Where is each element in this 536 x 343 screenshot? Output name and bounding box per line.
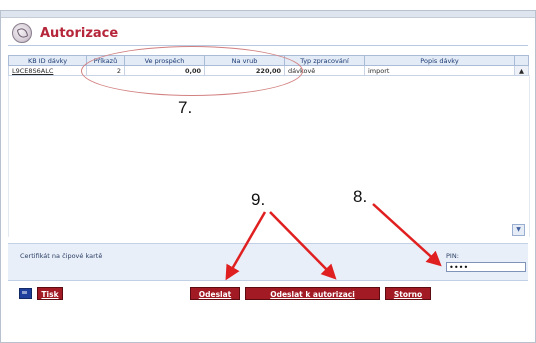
title-divider: [8, 45, 528, 46]
callout-8: 8.: [353, 187, 368, 206]
document-sign-icon: [12, 23, 32, 43]
send-for-authorization-button[interactable]: Odeslat k autorizaci: [245, 287, 380, 300]
scroll-up-icon[interactable]: ▲: [514, 65, 529, 76]
page-title: Autorizace: [40, 25, 119, 41]
callout-7: 7.: [178, 98, 193, 117]
certificate-panel: Certifikát na čipové kartě PIN: ••••: [8, 243, 528, 281]
callout-9: 9.: [251, 190, 266, 209]
col-header-batch-id[interactable]: KB ID dávky: [8, 55, 87, 66]
print-button[interactable]: Tisk: [37, 287, 63, 300]
cancel-button[interactable]: Storno: [385, 287, 431, 300]
batch-list-area: [8, 75, 530, 237]
page-header: Autorizace: [12, 22, 118, 44]
window-top-bar: [1, 11, 535, 18]
batch-description: import: [364, 65, 515, 76]
scroll-down-icon[interactable]: ▼: [512, 224, 525, 236]
flag-icon[interactable]: [19, 288, 32, 299]
send-button[interactable]: Odeslat: [190, 287, 240, 300]
highlight-oval: [81, 46, 303, 96]
pin-label: PIN:: [446, 252, 459, 260]
col-header-description[interactable]: Popis dávky: [364, 55, 515, 66]
pin-input[interactable]: ••••: [446, 262, 526, 272]
certificate-label: Certifikát na čipové kartě: [20, 252, 103, 260]
scroll-header-cell: [514, 55, 529, 66]
batch-id-link[interactable]: L9CE8S6ALC: [8, 65, 87, 76]
